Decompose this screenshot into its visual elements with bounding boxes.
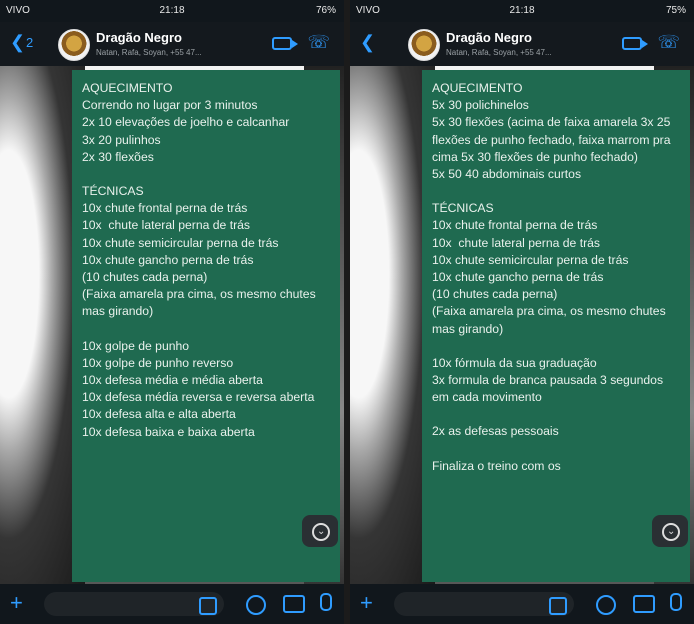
message-line: 10x chute frontal perna de trás [432, 218, 598, 233]
group-avatar[interactable] [408, 29, 440, 61]
plus-icon[interactable]: + [360, 590, 373, 616]
message-gap [432, 406, 680, 423]
message-gap [82, 166, 330, 183]
money-icon[interactable] [246, 595, 266, 615]
sticker-icon[interactable] [549, 597, 567, 615]
message-line: 3x formula de branca pausada 3 segundos … [432, 373, 667, 405]
video-call-icon[interactable] [272, 37, 298, 50]
chat-participants[interactable]: Natan, Rafa, Soyan, +55 47... [96, 48, 202, 57]
chat-header: ❮ Dragão Negro Natan, Rafa, Soyan, +55 4… [350, 22, 694, 66]
message-line: AQUECIMENTO [432, 81, 523, 95]
phone-call-icon[interactable]: ☏ [307, 32, 330, 53]
message-line: 10x chute frontal perna de trás [82, 201, 248, 216]
message-bubble[interactable]: AQUECIMENTO Correndo no lugar por 3 minu… [72, 70, 340, 582]
message-line: (Faixa amarela pra cima, os mesmo chutes… [82, 287, 320, 319]
camera-icon[interactable] [633, 595, 655, 613]
message-line: 2x 10 elevações de joelho e calcanhar [82, 115, 290, 130]
chat-title[interactable]: Dragão Negro [446, 30, 532, 45]
message-line: (10 chutes cada perna) [432, 287, 558, 302]
message-gap [432, 183, 680, 200]
message-line: Finaliza o treino com os [432, 458, 561, 473]
chat-header: ❮ 2 Dragão Negro Natan, Rafa, Soyan, +55… [0, 22, 344, 66]
carrier: VIVO [6, 5, 30, 16]
mic-icon[interactable] [670, 593, 682, 611]
message-input-bar: + [350, 584, 694, 624]
message-line: 10x chute lateral perna de trás [432, 235, 601, 250]
message-line: 10x fórmula da sua graduação [432, 355, 597, 370]
battery-level: 76% [315, 5, 336, 16]
money-icon[interactable] [596, 595, 616, 615]
message-gap [82, 321, 330, 338]
status-time: 21:18 [509, 5, 535, 16]
status-bar: VIVO 21:18 76% [0, 0, 344, 22]
group-avatar[interactable] [58, 29, 90, 61]
camera-icon[interactable] [283, 595, 305, 613]
mic-icon[interactable] [320, 593, 332, 611]
message-line: 3x 20 pulinhos [82, 132, 161, 147]
sticker-icon[interactable] [199, 597, 217, 615]
message-line: 5x 30 flexões (acima de faixa amarela 3x… [432, 115, 674, 164]
phone-call-icon[interactable]: ☏ [657, 32, 680, 53]
message-line: TÉCNICAS [432, 201, 494, 216]
message-line: 2x 30 flexões [82, 149, 154, 164]
message-line: 10x chute gancho perna de trás [432, 270, 604, 285]
message-line: 10x defesa baixa e baixa aberta [82, 424, 255, 439]
message-input[interactable] [44, 592, 224, 616]
scroll-down-icon[interactable]: ⌄ [302, 515, 338, 547]
status-bar: VIVO 21:18 75% [350, 0, 694, 22]
message-line: (10 chutes cada perna) [82, 270, 208, 285]
back-count[interactable]: 2 [26, 35, 33, 50]
message-line: AQUECIMENTO [82, 81, 173, 95]
message-line: 10x golpe de punho [82, 338, 190, 353]
message-line: 5x 50 40 abdominais curtos [432, 167, 582, 182]
message-line: 10x golpe de punho reverso [82, 355, 234, 370]
chat-title[interactable]: Dragão Negro [96, 30, 182, 45]
scroll-down-icon[interactable]: ⌄ [652, 515, 688, 547]
message-gap [432, 338, 680, 355]
phone-screen-left: VIVO 21:18 76% ❮ 2 Dragão Negro Natan, R… [0, 0, 344, 624]
carrier: VIVO [356, 5, 380, 16]
message-line: 10x chute semicircular perna de trás [432, 252, 629, 267]
message-input-bar: + [0, 584, 344, 624]
message-line: Correndo no lugar por 3 minutos [82, 98, 258, 113]
message-bubble[interactable]: AQUECIMENTO 5x 30 polichinelos 5x 30 fle… [422, 70, 690, 582]
back-icon[interactable]: ❮ [360, 32, 375, 53]
status-time: 21:18 [159, 5, 185, 16]
message-line: 5x 30 polichinelos [432, 98, 529, 113]
back-icon[interactable]: ❮ [10, 32, 25, 53]
phone-screen-right: VIVO 21:18 75% ❮ Dragão Negro Natan, Raf… [350, 0, 694, 624]
battery-level: 75% [665, 5, 686, 16]
message-line: 10x chute gancho perna de trás [82, 252, 254, 267]
video-call-icon[interactable] [622, 37, 648, 50]
message-line: 10x defesa alta e alta aberta [82, 407, 236, 422]
message-line: 10x chute semicircular perna de trás [82, 235, 279, 250]
message-input[interactable] [394, 592, 574, 616]
plus-icon[interactable]: + [10, 590, 23, 616]
message-line: 2x as defesas pessoais [432, 424, 559, 439]
message-line: TÉCNICAS [82, 184, 144, 199]
screenshots-container: VIVO 21:18 76% ❮ 2 Dragão Negro Natan, R… [0, 0, 694, 624]
message-gap [432, 441, 680, 458]
message-line: 10x chute lateral perna de trás [82, 218, 251, 233]
message-line: 10x defesa média e média aberta [82, 373, 263, 388]
message-line: (Faixa amarela pra cima, os mesmo chutes… [432, 304, 670, 336]
message-line: 10x defesa média reversa e reversa abert… [82, 390, 315, 405]
chat-participants[interactable]: Natan, Rafa, Soyan, +55 47... [446, 48, 552, 57]
